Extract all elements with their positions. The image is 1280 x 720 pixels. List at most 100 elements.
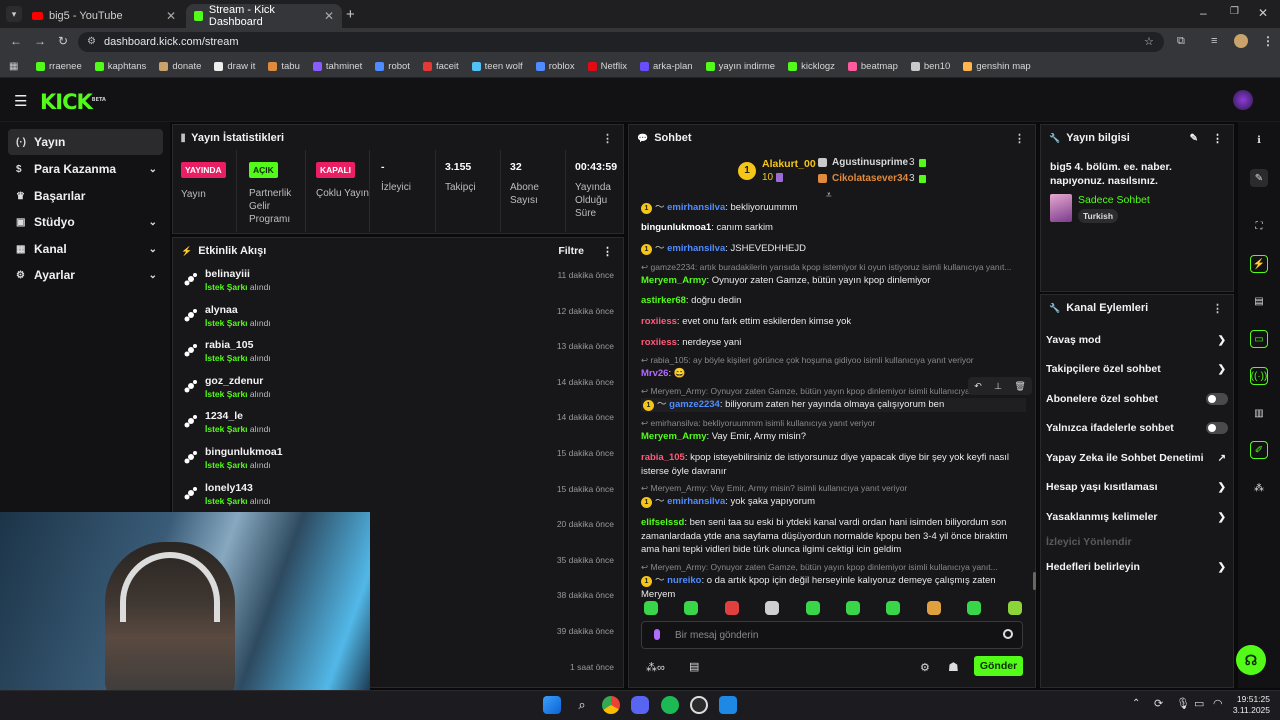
bookmark-item[interactable]: ben10	[910, 61, 950, 72]
chat-username[interactable]: emirhansilva	[667, 243, 725, 254]
emote-icon[interactable]	[846, 601, 860, 615]
more-options-icon[interactable]: ⋮	[602, 132, 613, 145]
reply-context[interactable]: ↩ Meryem_Army: Oynuyor zaten Gamze, bütü…	[641, 562, 1026, 573]
feed-username[interactable]: alynaa	[205, 304, 238, 316]
gear-icon[interactable]: ⚙	[920, 661, 930, 674]
spotify-icon[interactable]	[661, 696, 679, 714]
chat-settings-link-icon[interactable]: ⁂∞	[646, 661, 665, 674]
chat-message[interactable]: 1 〜 emirhansilva: yok şaka yapıyorum	[641, 495, 1026, 509]
wrench-icon[interactable]: ✐	[1250, 441, 1268, 459]
close-window-icon[interactable]: ✕	[1258, 6, 1268, 20]
channel-action-item[interactable]: Yapay Zeka ile Sohbet Denetimi ↗	[1046, 447, 1230, 469]
feed-username[interactable]: belinayiii	[205, 268, 250, 280]
more-options-icon[interactable]: ⋮	[1212, 302, 1223, 315]
emote-icon[interactable]	[805, 601, 820, 615]
emote-icon[interactable]	[644, 601, 658, 615]
more-options-icon[interactable]: ⋮	[1212, 132, 1223, 145]
obs-icon[interactable]	[690, 696, 708, 714]
chat-message[interactable]: 1 〜 emirhansilva: bekliyoruummm	[641, 201, 1026, 215]
bookmark-item[interactable]: faceit	[422, 61, 459, 72]
bookmark-item[interactable]: draw it	[214, 61, 255, 72]
chat-bubble-icon[interactable]: ▭	[1250, 330, 1268, 348]
chat-username[interactable]: nureiko	[667, 575, 701, 586]
chat-message[interactable]: astirker68: doğru dedin	[641, 294, 1026, 308]
feed-username[interactable]: lonely143	[205, 482, 253, 494]
support-button[interactable]: ☊	[1236, 645, 1266, 675]
chat-username[interactable]: Meryem_Army	[641, 275, 706, 286]
chrome-icon[interactable]	[602, 696, 620, 714]
mic-tray-icon[interactable]: 🎙	[1176, 697, 1190, 710]
nav-item-para-kazanma[interactable]: $ Para Kazanma ⌄	[8, 156, 163, 182]
windows-start-icon[interactable]	[543, 696, 561, 714]
channel-action-item[interactable]: Yasaklanmış kelimeler ❯	[1046, 506, 1230, 528]
emote-icon[interactable]	[926, 601, 941, 615]
discord-icon[interactable]	[631, 696, 649, 714]
chat-message[interactable]: bingunlukmoa1: canım sarkim	[641, 221, 1026, 235]
restore-icon[interactable]: ❐	[1230, 6, 1239, 17]
filter-button[interactable]: Filtre	[558, 245, 584, 257]
channel-action-item[interactable]: Yalnızca ifadelerle sohbet	[1046, 417, 1230, 439]
reply-context[interactable]: ↩ gamze2234: artık buradakilerin yarısıd…	[641, 262, 1026, 273]
chat-message[interactable]: elifselssd: ben seni taa su eski bi ytde…	[641, 516, 1026, 557]
more-options-icon[interactable]: ⋮	[602, 245, 613, 258]
chat-username[interactable]: Mrv26	[641, 368, 668, 379]
bot-icon[interactable]: ☗	[948, 660, 959, 674]
apps-grid-icon[interactable]: ▦	[9, 61, 18, 72]
back-icon[interactable]: ←	[10, 34, 22, 48]
tab-kick-dashboard[interactable]: Stream - Kick Dashboard ✕	[186, 4, 342, 28]
profile-avatar[interactable]	[1234, 34, 1248, 48]
channel-action-item[interactable]: Abonelere özel sohbet	[1046, 388, 1230, 410]
nav-item-basarilar[interactable]: ♛ Başarılar	[8, 183, 163, 209]
emote-icon[interactable]	[1007, 601, 1022, 615]
bookmark-item[interactable]: genshin map	[963, 61, 1031, 72]
emote-icon[interactable]	[765, 601, 780, 615]
reply-icon[interactable]: ↶	[974, 381, 982, 392]
site-info-icon[interactable]: ⚙	[87, 36, 96, 47]
language-tag[interactable]: Turkish	[1078, 209, 1119, 223]
media-icon[interactable]: ≡	[1211, 35, 1217, 47]
emote-icon[interactable]	[886, 601, 901, 615]
chat-username[interactable]: emirhansilva	[667, 496, 725, 507]
bookmark-item[interactable]: roblox	[535, 61, 575, 72]
reply-context[interactable]: ↩ emirhansilva: bekliyoruummm isimli kul…	[641, 418, 1026, 429]
bookmark-item[interactable]: yayın indirme	[705, 61, 775, 72]
chevron-up-icon[interactable]: ⌃	[1132, 698, 1140, 709]
close-tab-icon[interactable]: ✕	[166, 9, 176, 23]
bookmark-star-icon[interactable]: ☆	[1144, 35, 1154, 48]
nav-item-kanal[interactable]: ▦ Kanal ⌄	[8, 236, 163, 262]
chat-username[interactable]: astirker68	[641, 295, 686, 306]
chat-username[interactable]: Meryem_Army	[641, 431, 706, 442]
chat-scroll-thumb[interactable]	[1033, 572, 1036, 590]
hamburger-menu-icon[interactable]: ☰	[14, 92, 27, 110]
category-link[interactable]: Sadece Sohbet	[1078, 194, 1150, 206]
bookmark-item[interactable]: kaphtans	[94, 61, 146, 72]
channel-action-item[interactable]: Hedefleri belirleyin ❯	[1046, 556, 1230, 578]
send-button[interactable]: Gönder	[974, 656, 1023, 676]
search-icon[interactable]: ⌕	[573, 696, 591, 714]
chat-username[interactable]: emirhansilva	[667, 202, 725, 213]
chat-message[interactable]: rabia_105: kpop isteyebilirsiniz de isti…	[641, 451, 1026, 478]
tab-list-icon[interactable]: ▾	[6, 6, 22, 22]
user-avatar[interactable]	[1233, 90, 1253, 110]
bookmark-item[interactable]: teen wolf	[471, 61, 523, 72]
fullscreen-icon[interactable]: ⛶	[1250, 217, 1268, 235]
reply-context[interactable]: ↩ Meryem_Army: Vay Emir, Army misin? isi…	[641, 483, 1026, 494]
more-options-icon[interactable]: ⋮	[1014, 132, 1025, 145]
edit-icon[interactable]: ✎	[1190, 133, 1198, 144]
delete-icon[interactable]: 🗑	[1014, 381, 1025, 392]
new-tab-icon[interactable]: +	[346, 6, 355, 23]
chat-message[interactable]: Meryem_Army: Vay Emir, Army misin?	[641, 430, 1026, 444]
lightning-icon[interactable]: ⚡	[1250, 255, 1268, 273]
channel-action-item[interactable]: Takipçilere özel sohbet ❯	[1046, 358, 1230, 380]
wifi-icon[interactable]: ◠	[1213, 697, 1223, 710]
app-icon[interactable]	[719, 696, 737, 714]
browser-menu-icon[interactable]: ⋮	[1262, 34, 1274, 48]
tab-youtube[interactable]: big5 - YouTube ✕	[24, 4, 184, 28]
chat-message[interactable]: 1 〜 gamze2234: biliyorum zaten her yayınd…	[641, 398, 1026, 412]
bookmark-item[interactable]: beatmap	[847, 61, 898, 72]
bookmark-item[interactable]: kicklogz	[788, 61, 835, 72]
address-bar[interactable]: ⚙ dashboard.kick.com/stream ☆	[78, 32, 1164, 52]
toggle-switch[interactable]	[1206, 393, 1228, 405]
pin-icon[interactable]: ⊥	[994, 381, 1002, 392]
chat-message[interactable]: Meryem_Army: Oynuyor zaten Gamze, bütün …	[641, 274, 1026, 288]
